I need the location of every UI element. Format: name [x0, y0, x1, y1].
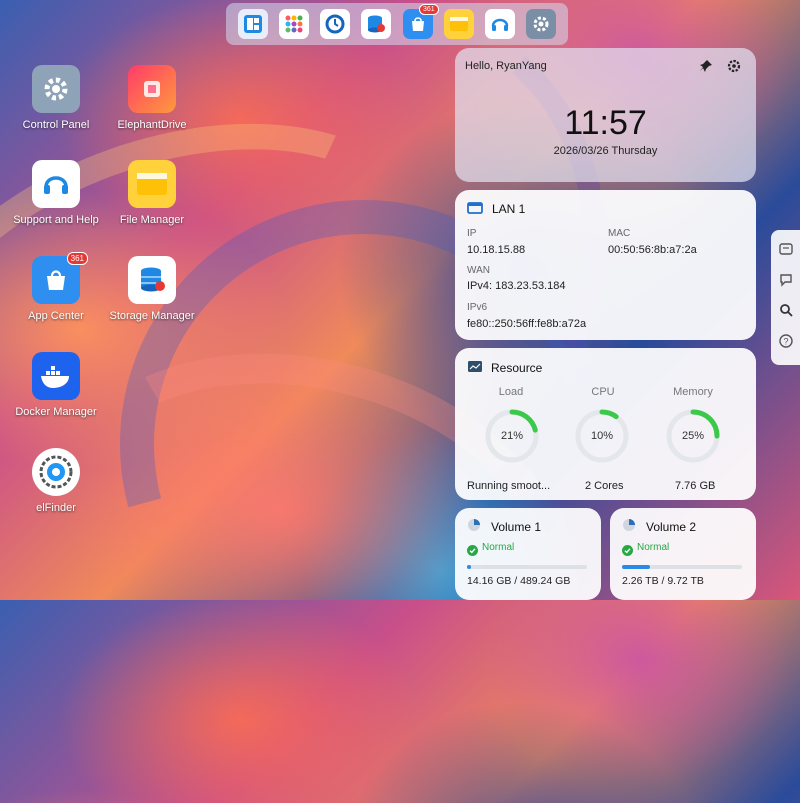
control-panel-dock-icon[interactable] [237, 9, 268, 39]
memory-footer: 7.76 GB [675, 480, 716, 492]
cpu-footer: 2 Cores [585, 480, 624, 492]
mac-value: 00:50:56:8b:a7:2a [608, 244, 697, 256]
gear-icon[interactable] [727, 59, 743, 75]
mac-label: MAC [608, 228, 631, 239]
clock-date: 2026/03/26 Thursday [553, 145, 658, 157]
headset-icon [32, 160, 80, 208]
ip-label: IP [467, 228, 477, 239]
folder-icon [128, 160, 176, 208]
desktop-icon-elephantdrive[interactable]: ElephantDrive [104, 65, 200, 131]
app-grid-dock-icon[interactable] [278, 9, 309, 39]
desktop-icon-docker-manager[interactable]: Docker Manager [8, 352, 104, 418]
search-icon[interactable] [779, 303, 793, 322]
ipv6-label: IPv6 [467, 302, 488, 313]
ip-value: 10.18.15.88 [467, 244, 526, 256]
volume-2-usage-bar [622, 565, 742, 569]
desktop-icon-storage-manager[interactable]: Storage Manager [104, 256, 200, 322]
storage-dock-icon[interactable] [361, 9, 392, 39]
desktop-icon-control-panel[interactable]: Control Panel [8, 65, 104, 131]
shopping-bag-icon: 361 [32, 252, 88, 304]
database-icon [128, 256, 176, 304]
memory-label: Memory [673, 386, 713, 398]
app-center-badge: 361 [66, 252, 88, 265]
settings-dock-icon[interactable] [526, 9, 557, 39]
desktop-icon-label: elFinder [36, 502, 76, 514]
check-circle-icon [467, 543, 478, 561]
clock-widget: Hello, RyanYang 11:57 2026/03/26 Thursda… [455, 48, 756, 182]
volume-1-widget[interactable]: Volume 1 Normal 14.16 GB / 489.24 GB [455, 508, 601, 600]
chart-icon [467, 360, 483, 378]
load-footer: Running smoot... [467, 480, 551, 492]
pie-icon [622, 518, 636, 537]
side-toolbar: ? [771, 230, 800, 365]
support-dock-icon[interactable] [485, 9, 516, 39]
control-panel-icon [32, 65, 80, 113]
file-manager-dock-icon[interactable] [443, 9, 474, 39]
cpu-label: CPU [591, 386, 615, 398]
app-center-dock-badge: 361 [418, 4, 439, 15]
top-dock: 361 [226, 3, 568, 45]
elephantdrive-icon [128, 65, 176, 113]
cpu-percent: 10% [590, 430, 614, 442]
desktop-icon-label: Docker Manager [15, 406, 97, 418]
cpu-ring: 10% [574, 408, 630, 464]
lan-title: LAN 1 [492, 202, 526, 216]
app-center-dock-icon[interactable]: 361 [402, 4, 439, 39]
desktop-icon-label: Control Panel [22, 119, 90, 131]
notification-icon[interactable] [778, 242, 793, 261]
check-circle-icon [622, 543, 633, 561]
wan-value: IPv4: 183.23.53.184 [467, 280, 566, 292]
svg-text:?: ? [783, 336, 788, 346]
resource-widget: Resource Load 21% Running smoot... CPU 1… [455, 348, 756, 500]
lan-widget: LAN 1 IP 10.18.15.88 MAC 00:50:56:8b:a7:… [455, 190, 756, 340]
memory-ring: 25% [665, 408, 721, 464]
volume-1-title: Volume 1 [491, 520, 542, 534]
load-percent: 21% [500, 430, 524, 442]
desktop-icon-support[interactable]: Support and Help [8, 160, 104, 226]
greeting-text: Hello, RyanYang [465, 60, 547, 72]
volume-1-status: Normal [482, 542, 515, 553]
load-ring: 21% [484, 408, 540, 464]
volume-2-usage: 2.26 TB / 9.72 TB [622, 575, 704, 587]
backup-dock-icon[interactable] [320, 9, 351, 39]
volume-1-usage: 14.16 GB / 489.24 GB [467, 575, 571, 587]
clock-time: 11:57 [564, 104, 647, 142]
message-icon[interactable] [779, 273, 793, 292]
monitor-icon [467, 202, 483, 220]
desktop-icon-file-manager[interactable]: File Manager [104, 160, 200, 226]
wan-label: WAN [467, 265, 490, 276]
memory-percent: 25% [681, 430, 705, 442]
desktop-icon-label: Storage Manager [109, 310, 195, 322]
volume-1-usage-bar [467, 565, 587, 569]
volume-2-widget[interactable]: Volume 2 Normal 2.26 TB / 9.72 TB [610, 508, 756, 600]
docker-whale-icon [32, 352, 80, 400]
desktop-icon-label: App Center [28, 310, 84, 322]
elfinder-icon [32, 448, 80, 496]
volume-2-status: Normal [637, 542, 670, 553]
ipv6-value: fe80::250:56ff:fe8b:a72a [467, 318, 587, 330]
resource-title: Resource [491, 361, 543, 375]
desktop-icon-label: File Manager [119, 214, 185, 226]
help-icon[interactable]: ? [778, 334, 793, 353]
pie-icon [467, 518, 481, 537]
load-label: Load [498, 386, 524, 398]
volume-2-title: Volume 2 [646, 520, 697, 534]
desktop-icon-elfinder[interactable]: elFinder [8, 448, 104, 514]
desktop-icon-label: Support and Help [13, 214, 99, 226]
pin-icon[interactable] [699, 59, 715, 75]
desktop-icon-label: ElephantDrive [117, 119, 187, 131]
desktop-icon-app-center[interactable]: 361 App Center [8, 252, 104, 322]
